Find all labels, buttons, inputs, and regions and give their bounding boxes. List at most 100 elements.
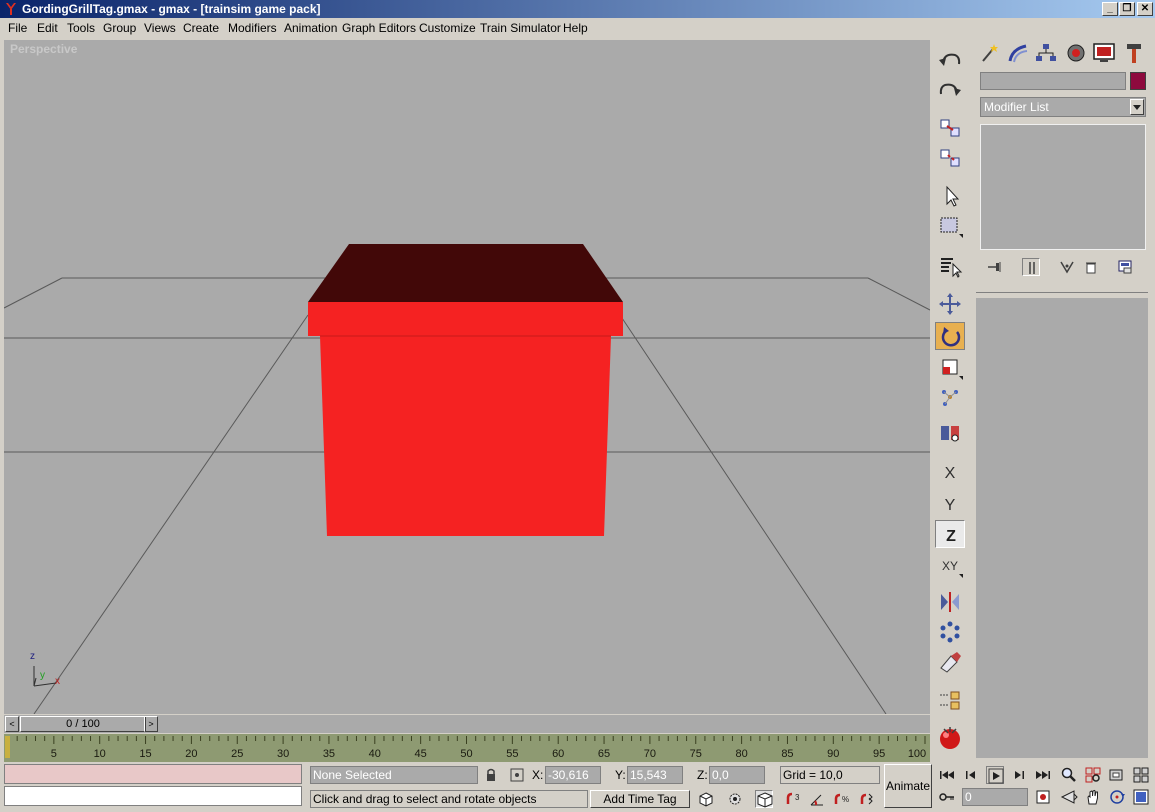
track-bar[interactable]: 5 10 15 20 25 30 35 40 45 50 55 60 65 70 75 80 85 90 95 100 — [4, 734, 930, 762]
previous-frame-icon — [966, 771, 975, 779]
remove-modifier-icon — [1086, 262, 1096, 274]
minimize-button[interactable]: _ — [1102, 2, 1118, 16]
select-and-link-button[interactable] — [935, 114, 965, 142]
unlink-selection-button[interactable] — [935, 144, 965, 172]
z-coord-field[interactable]: 0,0 — [709, 766, 765, 784]
tab-create[interactable] — [976, 41, 1004, 65]
select-and-scale-button[interactable] — [935, 354, 965, 382]
viewport-label[interactable]: Perspective — [10, 42, 77, 56]
field-of-view-icon — [1060, 790, 1078, 804]
tab-modify[interactable] — [1004, 41, 1032, 65]
tab-motion[interactable] — [1062, 41, 1090, 65]
menu-animation[interactable]: Animation — [284, 21, 337, 35]
modifier-list-dropdown[interactable]: Modifier List — [980, 97, 1146, 117]
use-pivot-center-button[interactable] — [935, 384, 965, 412]
select-and-rotate-button[interactable] — [935, 322, 965, 350]
chevron-down-icon[interactable] — [1130, 99, 1144, 115]
animate-button[interactable]: Animate — [884, 764, 932, 808]
current-time-marker[interactable] — [5, 736, 10, 758]
maximize-viewport-button[interactable] — [1132, 788, 1150, 806]
arc-rotate-button[interactable] — [1108, 788, 1126, 806]
remove-modifier-button[interactable] — [1082, 258, 1100, 276]
time-slider[interactable]: < 0 / 100 > — [4, 715, 930, 733]
tab-utilities[interactable] — [1120, 41, 1148, 65]
perspective-viewport[interactable]: Perspective z y x — [4, 40, 930, 714]
undo-button[interactable] — [935, 46, 965, 74]
close-button[interactable]: ✕ — [1137, 2, 1153, 16]
modifier-stack-view[interactable] — [980, 124, 1146, 250]
next-frame-button[interactable] — [1010, 766, 1028, 784]
make-unique-button[interactable] — [1058, 258, 1076, 276]
restore-button[interactable]: ❐ — [1119, 2, 1135, 16]
key-mode-toggle-button[interactable] — [938, 788, 956, 806]
rectangular-selection-button[interactable] — [935, 212, 965, 240]
field-of-view-button[interactable] — [1060, 788, 1078, 806]
menu-tools[interactable]: Tools — [67, 21, 95, 35]
render-button[interactable] — [935, 724, 965, 752]
mirror-button[interactable] — [935, 588, 965, 616]
menu-group[interactable]: Group — [103, 21, 136, 35]
zoom-button[interactable] — [1060, 766, 1078, 784]
percent-snap-button[interactable]: % — [832, 790, 850, 808]
time-slider-thumb[interactable]: 0 / 100 — [20, 716, 146, 732]
angle-snap-button[interactable] — [808, 790, 826, 808]
go-to-start-button[interactable] — [938, 766, 956, 784]
snap-toggle-button[interactable] — [697, 790, 715, 808]
menu-graph-editors[interactable]: Graph Editors — [342, 21, 416, 35]
restrict-z-button[interactable]: Z — [935, 520, 965, 548]
maxscript-listener-mini[interactable] — [4, 764, 302, 784]
select-and-move-icon — [939, 293, 961, 315]
track-tick-label: 85 — [781, 748, 793, 760]
array-button[interactable] — [935, 618, 965, 646]
maxscript-input[interactable] — [4, 786, 302, 806]
redo-button[interactable] — [935, 76, 965, 104]
x-coord-field[interactable]: -30,616 — [545, 766, 601, 784]
menu-edit[interactable]: Edit — [37, 21, 58, 35]
menu-customize[interactable]: Customize — [419, 21, 476, 35]
track-tick-label: 90 — [827, 748, 839, 760]
menu-help[interactable]: Help — [563, 21, 588, 35]
y-coord-field[interactable]: 15,543 — [627, 766, 683, 784]
time-slider-prev[interactable]: < — [5, 716, 19, 732]
go-to-end-button[interactable] — [1034, 766, 1052, 784]
spacing-tool-button[interactable] — [935, 686, 965, 714]
menu-file[interactable]: File — [8, 21, 27, 35]
configure-modifier-sets-button[interactable] — [1116, 258, 1134, 276]
align-button[interactable] — [935, 648, 965, 676]
tab-display[interactable] — [1090, 41, 1118, 65]
previous-frame-button[interactable] — [962, 766, 980, 784]
show-end-result-button[interactable] — [1022, 258, 1040, 276]
select-object-button[interactable] — [935, 182, 965, 210]
pan-button[interactable] — [1084, 788, 1102, 806]
menu-create[interactable]: Create — [183, 21, 219, 35]
named-selection-button[interactable] — [935, 420, 965, 448]
crossing-selection-button[interactable] — [755, 790, 773, 808]
restrict-xy-button[interactable]: XY — [935, 552, 965, 580]
current-frame-field[interactable]: 0 — [962, 788, 1028, 806]
zoom-extents-all-button[interactable] — [1132, 766, 1150, 784]
zoom-extents-button[interactable] — [1108, 766, 1126, 784]
degradation-override-button[interactable] — [726, 790, 744, 808]
select-by-name-button[interactable] — [935, 252, 965, 280]
play-button[interactable] — [986, 766, 1004, 784]
snap-3d-button[interactable]: 3 — [784, 790, 802, 808]
add-time-tag-button[interactable]: Add Time Tag — [590, 790, 690, 808]
select-and-move-button[interactable] — [935, 290, 965, 318]
pin-stack-button[interactable] — [986, 258, 1004, 276]
restrict-x-button[interactable]: X — [935, 458, 965, 486]
menu-views[interactable]: Views — [144, 21, 176, 35]
object-name-field[interactable] — [980, 72, 1126, 90]
selection-lock-button[interactable] — [482, 766, 500, 784]
tab-hierarchy[interactable] — [1032, 41, 1060, 65]
time-slider-next[interactable]: > — [144, 716, 158, 732]
absolute-mode-button[interactable] — [508, 766, 526, 784]
restrict-y-button[interactable]: Y — [935, 490, 965, 518]
menu-train-simulator[interactable]: Train Simulator — [480, 21, 561, 35]
spinner-snap-button[interactable] — [858, 790, 876, 808]
rollout-area[interactable] — [976, 298, 1148, 758]
zoom-all-button[interactable] — [1084, 766, 1102, 784]
bend-modifier-icon — [1008, 44, 1028, 63]
menu-modifiers[interactable]: Modifiers — [228, 21, 277, 35]
time-configuration-button[interactable] — [1034, 788, 1052, 806]
object-color-swatch[interactable] — [1130, 72, 1146, 90]
